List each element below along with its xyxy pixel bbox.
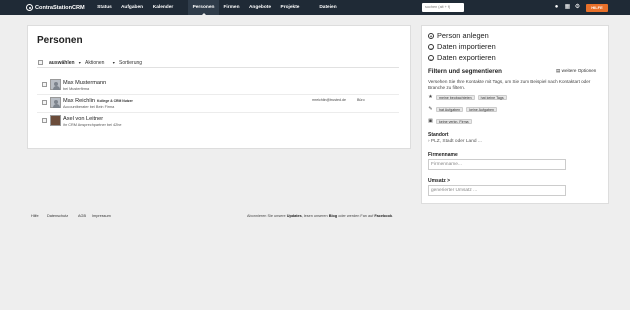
export-data-label[interactable]: Daten exportieren <box>437 53 496 62</box>
footer-text-part: . <box>392 214 394 218</box>
grid-icon[interactable]: ▦ <box>564 4 571 11</box>
sort-dropdown[interactable]: Sortierung <box>119 60 142 66</box>
company-name-field[interactable]: Firmenname... <box>428 159 566 170</box>
row-checkbox[interactable] <box>42 100 47 105</box>
select-all-checkbox[interactable] <box>38 60 43 65</box>
persons-panel: Personen auswählen ▼ Aktionen ▼ Sortieru… <box>27 25 411 149</box>
filter-row: ✎ hat Aufgaben keine Aufgaben <box>428 106 497 112</box>
nav-kalender[interactable]: Kalender <box>147 0 179 15</box>
row-checkbox[interactable] <box>42 118 47 123</box>
person-phone: Büro <box>357 98 365 102</box>
filter-pill[interactable]: keine Aufgaben <box>466 106 497 112</box>
footer-link-terms[interactable]: AGB <box>78 214 86 218</box>
star-icon: ★ <box>428 94 433 100</box>
avatar <box>50 115 61 126</box>
select-caret-icon[interactable]: ▼ <box>78 61 82 65</box>
footer-blog-link[interactable]: Blog <box>329 214 337 218</box>
filter-pill[interactable]: hat keine Tags <box>477 94 507 100</box>
options-icon: ▤ <box>556 68 561 73</box>
page-title: Personen <box>37 35 83 46</box>
person-subtitle: ihr CRM Ansprechpartner bei 42he <box>63 123 122 127</box>
footer-text-part: oder werden Fan auf <box>338 214 374 218</box>
actions-dropdown[interactable]: Aktionen <box>85 60 104 66</box>
revenue-label: Umsatz > <box>428 178 451 184</box>
search-input[interactable]: suchen (alt + f) <box>422 3 464 12</box>
nav-projekte[interactable]: Projekte <box>276 0 304 15</box>
person-name[interactable]: Max Reichlin Kollege & CRM Nutzer <box>63 98 133 104</box>
filter-title: Filtern und segmentieren <box>428 68 502 75</box>
app-name: ContraStationCRM <box>35 4 85 11</box>
top-navigation-bar: ContraStationCRM Status Aufgaben Kalende… <box>0 0 630 15</box>
nav-dateien[interactable]: Dateien <box>314 0 342 15</box>
person-name-text[interactable]: Max Reichlin <box>63 98 95 104</box>
footer-link-imprint[interactable]: Impressum <box>92 214 111 218</box>
filter-pill[interactable]: meine beobachteten <box>436 94 475 100</box>
more-options-label[interactable]: weitere Optionen <box>562 68 597 73</box>
person-name[interactable]: Axel von Leitner <box>63 116 103 122</box>
briefcase-icon: ▣ <box>428 118 433 124</box>
table-row[interactable]: Max Mustermann bei Musterfirma <box>37 77 399 95</box>
more-options-link[interactable]: ▤ weitere Optionen <box>556 68 596 74</box>
filter-pill[interactable]: keine verkn. Firma <box>436 118 472 124</box>
filter-row: ▣ keine verkn. Firma <box>428 118 472 124</box>
filter-pill[interactable]: hat Aufgaben <box>436 106 464 112</box>
location-label: Standort <box>428 132 449 138</box>
export-data-link[interactable]: ← Daten exportieren <box>428 53 496 62</box>
import-data-link[interactable]: → Daten importieren <box>428 42 496 51</box>
nav-aufgaben[interactable]: Aufgaben <box>117 0 147 15</box>
nav-firmen[interactable]: Firmen <box>219 0 244 15</box>
person-name[interactable]: Max Mustermann <box>63 80 106 86</box>
table-row[interactable]: Max Reichlin Kollege & CRM Nutzer Account… <box>37 95 399 113</box>
create-person-label[interactable]: Person anlegen <box>437 31 489 40</box>
sidebar-panel: + Person anlegen → Daten importieren ← D… <box>421 25 609 204</box>
pencil-icon: ✎ <box>428 106 433 112</box>
footer-social-text: Abonnieren Sie unsere Updates, lesen uns… <box>247 214 393 218</box>
company-name-label: Firmenname <box>428 152 458 158</box>
bell-icon[interactable]: ● <box>553 4 560 11</box>
location-link[interactable]: › PLZ, Stadt oder Land ... <box>428 139 482 144</box>
import-data-label[interactable]: Daten importieren <box>437 42 496 51</box>
footer-facebook-link[interactable]: Facebook <box>374 214 392 218</box>
row-checkbox[interactable] <box>42 82 47 87</box>
gear-icon[interactable]: ⚙ <box>574 4 581 11</box>
footer-link-privacy[interactable]: Datenschutz <box>47 214 68 218</box>
footer-text-part: Abonnieren Sie unsere <box>247 214 286 218</box>
person-email[interactable]: mreichlin@trusted.de <box>312 98 346 102</box>
person-subtitle: Accountberater bei Bein Firma <box>63 105 115 109</box>
export-icon: ← <box>428 54 434 61</box>
nav-status[interactable]: Status <box>92 0 117 15</box>
person-tags: Kollege & CRM Nutzer <box>97 99 133 103</box>
create-person-link[interactable]: + Person anlegen <box>428 31 489 40</box>
plus-icon: + <box>428 32 434 39</box>
table-row[interactable]: Axel von Leitner ihr CRM Ansprechpartner… <box>37 113 399 131</box>
filter-help-text: Versehen Sie Ihre Kontakte mit Tags, um … <box>428 79 591 91</box>
person-subtitle: bei Musterfirma <box>63 87 90 91</box>
app-logo[interactable]: ContraStationCRM <box>26 3 85 12</box>
nav-personen[interactable]: Personen <box>188 0 219 15</box>
sort-caret-icon[interactable]: ▼ <box>112 61 116 65</box>
filter-row: ★ meine beobachteten hat keine Tags <box>428 94 507 100</box>
help-button[interactable]: HILFE <box>586 4 608 12</box>
nav-angebote[interactable]: Angebote <box>244 0 276 15</box>
revenue-field[interactable]: generierter Umsatz ... <box>428 185 566 196</box>
footer-text-part: , lesen unseren <box>301 214 328 218</box>
footer-link-help[interactable]: Hilfe <box>31 214 39 218</box>
avatar <box>50 79 61 90</box>
logo-icon <box>26 4 33 11</box>
footer-updates-link[interactable]: Updates <box>287 214 302 218</box>
select-dropdown[interactable]: auswählen <box>49 60 75 66</box>
list-toolbar: auswählen ▼ Aktionen ▼ Sortierung <box>37 58 399 68</box>
avatar <box>50 97 61 108</box>
import-icon: → <box>428 43 434 50</box>
